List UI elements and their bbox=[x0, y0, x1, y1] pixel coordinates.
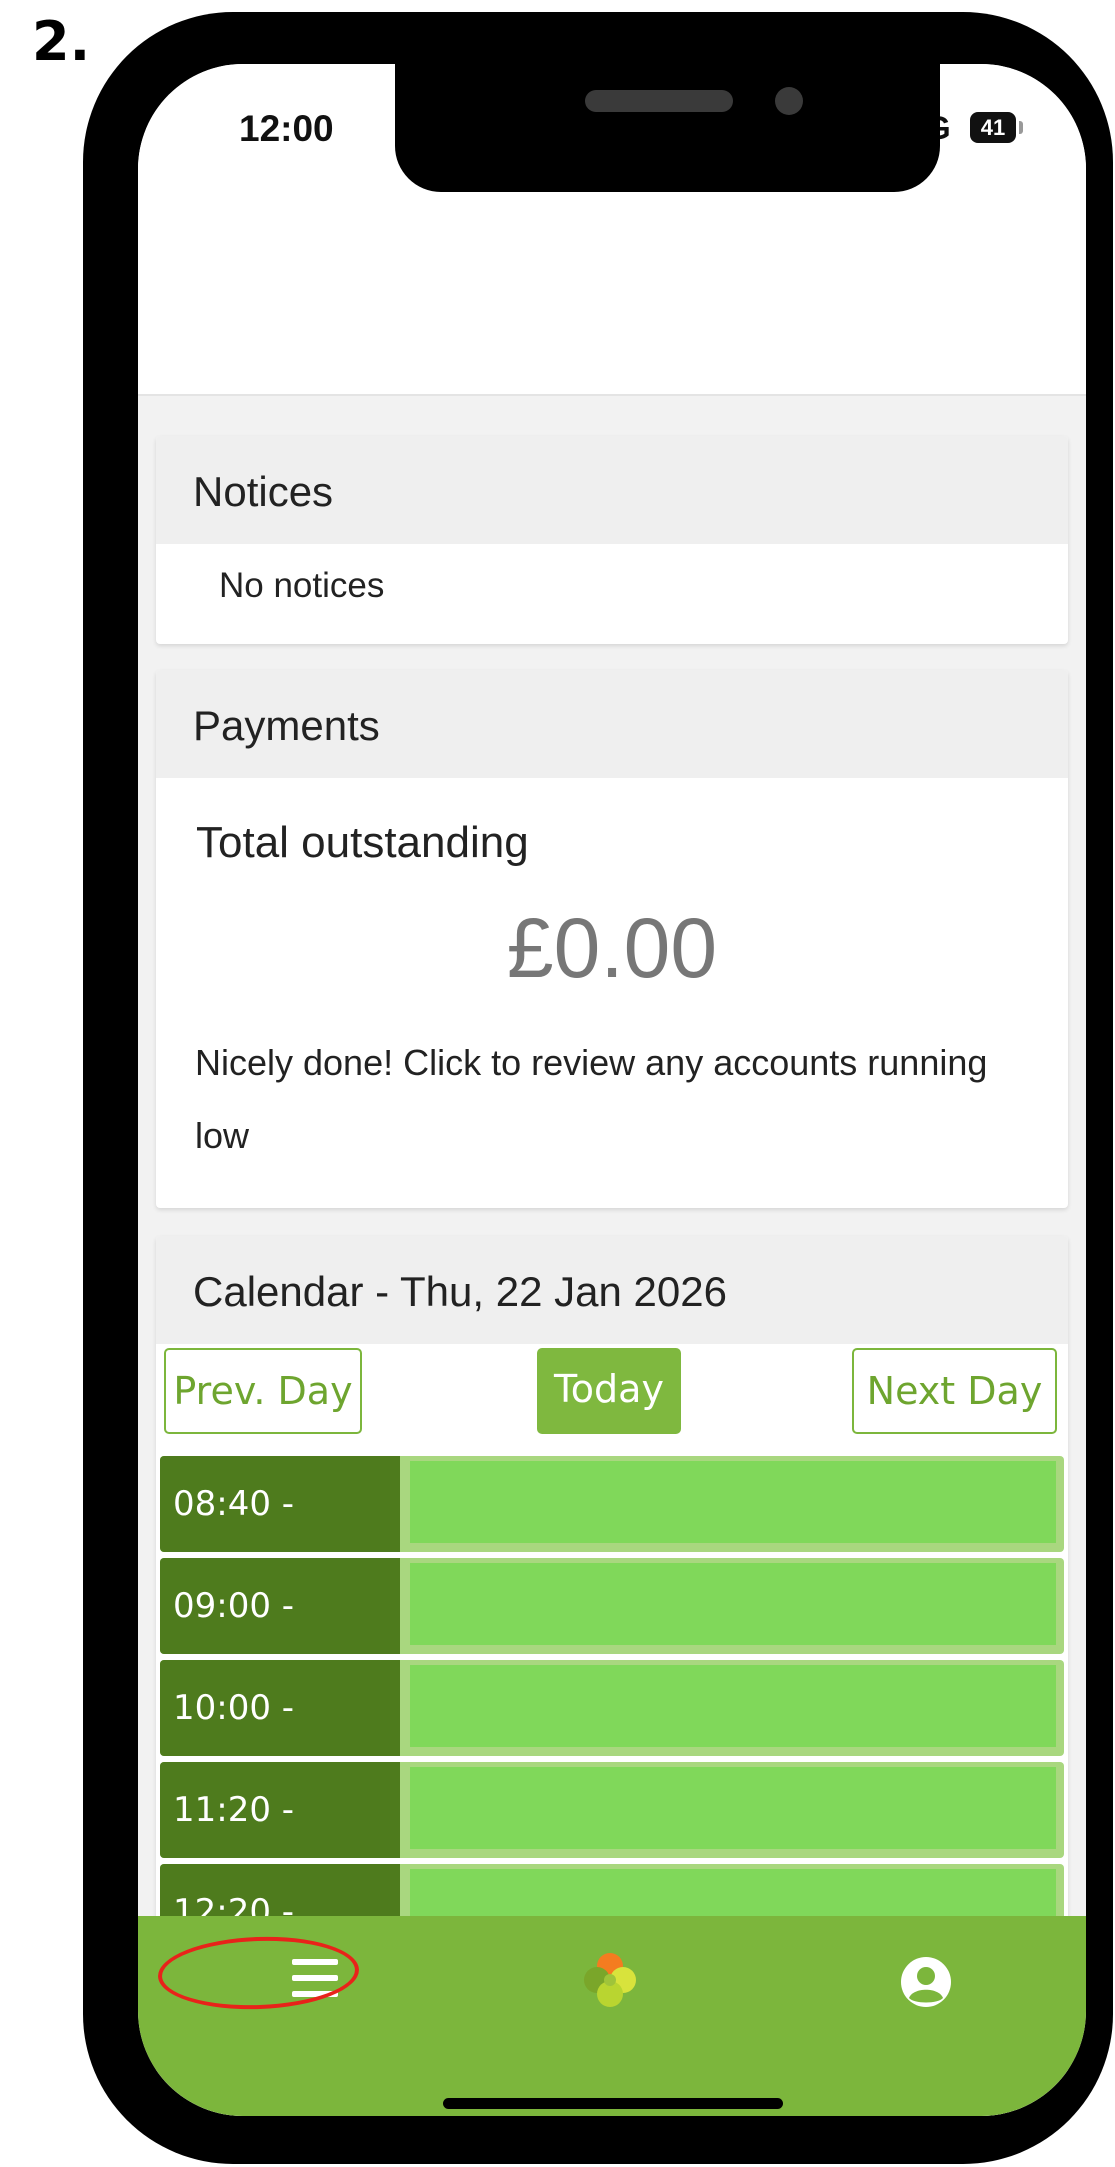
battery-icon: 41 bbox=[970, 112, 1016, 143]
calendar-slot[interactable]: 10:00 - 11:00 bbox=[160, 1660, 1064, 1756]
step-number: 2. bbox=[32, 10, 91, 73]
profile-button[interactable] bbox=[866, 1936, 986, 2026]
bottom-nav bbox=[138, 1916, 1086, 2116]
slot-time: 10:00 - 11:00 bbox=[160, 1660, 400, 1756]
phone-frame: 12:00 5G 41 Notices No notices Payments … bbox=[83, 12, 1113, 2164]
calendar-slot[interactable]: 08:40 - 09:00 bbox=[160, 1456, 1064, 1552]
profile-icon bbox=[901, 1957, 951, 2007]
calendar-title: Calendar - Thu, 22 Jan 2026 bbox=[156, 1236, 1068, 1344]
payments-message[interactable]: Nicely done! Click to review any account… bbox=[195, 1026, 1035, 1172]
phone-notch bbox=[395, 64, 940, 192]
slot-time: 11:20 - 12:20 bbox=[160, 1762, 400, 1858]
slot-event-area[interactable] bbox=[410, 1767, 1056, 1849]
phone-screen: 12:00 5G 41 Notices No notices Payments … bbox=[138, 64, 1086, 2116]
notices-title: Notices bbox=[156, 436, 1068, 544]
slot-event-area[interactable] bbox=[410, 1563, 1056, 1645]
next-day-button[interactable]: Next Day bbox=[852, 1348, 1057, 1434]
today-button[interactable]: Today bbox=[537, 1348, 681, 1434]
total-outstanding-amount: £0.00 bbox=[506, 901, 718, 995]
front-camera bbox=[775, 87, 803, 115]
slot-event-area[interactable] bbox=[410, 1665, 1056, 1747]
speaker-grille bbox=[585, 90, 733, 112]
total-outstanding-label: Total outstanding bbox=[196, 818, 529, 867]
battery-cap bbox=[1019, 121, 1023, 134]
home-indicator bbox=[443, 2098, 783, 2109]
calendar-slot[interactable]: 11:20 - 12:20 bbox=[160, 1762, 1064, 1858]
calendar-slot[interactable]: 09:00 - 10:00 bbox=[160, 1558, 1064, 1654]
notices-empty-text: No notices bbox=[219, 566, 385, 605]
payments-title: Payments bbox=[156, 670, 1068, 778]
home-logo-button[interactable] bbox=[550, 1936, 670, 2026]
prev-day-button[interactable]: Prev. Day bbox=[164, 1348, 362, 1434]
status-time: 12:00 bbox=[239, 108, 334, 149]
slot-event-area[interactable] bbox=[410, 1461, 1056, 1543]
slot-time: 09:00 - 10:00 bbox=[160, 1558, 400, 1654]
slot-time: 08:40 - 09:00 bbox=[160, 1456, 400, 1552]
notices-card: Notices No notices bbox=[156, 436, 1068, 644]
clover-logo-icon bbox=[584, 1953, 636, 2007]
payments-card[interactable]: Payments Total outstanding £0.00 Nicely … bbox=[156, 670, 1068, 1208]
